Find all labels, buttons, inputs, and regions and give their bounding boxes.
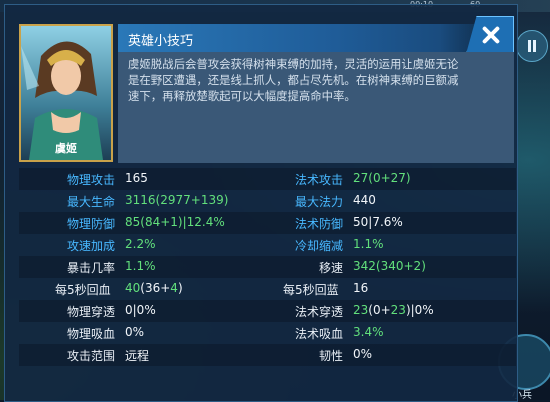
stat-value: 1.1% <box>125 259 156 273</box>
stat-value: 3.4% <box>353 325 384 339</box>
stat-label: 最大法力 <box>295 195 344 209</box>
stat-value: 3116(2977+139) <box>125 193 229 207</box>
stat-row: 物理防御 85(84+1)|12.4% 法术防御 50|7.6% <box>19 212 516 234</box>
hero-portrait: 虞姬 <box>19 24 113 162</box>
stat-label: 攻击范围 <box>67 349 116 363</box>
stat-label: 每5秒回蓝 <box>283 283 339 297</box>
stat-value: 1.1% <box>353 237 384 251</box>
stat-label: 法术防御 <box>295 217 344 231</box>
stat-label: 物理吸血 <box>67 327 116 341</box>
stat-row: 暴击几率 1.1% 移速 342(340+2) <box>19 256 516 278</box>
stat-label: 法术攻击 <box>295 173 344 187</box>
stat-value: 0|0% <box>125 303 156 317</box>
stat-value: 27(0+27) <box>353 171 411 185</box>
tips-text: 虞姬脱战后会普攻会获得树神束缚的加持，灵活的运用让虞姬无论是在野区遭遇，还是线上… <box>128 57 459 103</box>
pause-button[interactable] <box>516 30 548 62</box>
stat-label: 攻速加成 <box>67 239 116 253</box>
stat-label: 暴击几率 <box>67 261 116 275</box>
stat-row: 每5秒回血 40(36+4) 每5秒回蓝 16 <box>19 278 516 300</box>
stat-label: 法术吸血 <box>295 327 344 341</box>
stat-value: 165 <box>125 171 148 185</box>
stat-value: 85(84+1)|12.4% <box>125 215 225 229</box>
stat-label: 移速 <box>319 261 344 275</box>
stat-value: 342(340+2) <box>353 259 426 273</box>
stat-value: 16 <box>353 281 369 295</box>
stat-label: 物理穿透 <box>67 305 116 319</box>
stat-value: 440 <box>353 193 376 207</box>
hero-name: 虞姬 <box>55 142 77 155</box>
stat-label: 冷却缩减 <box>295 239 344 253</box>
stat-row: 物理穿透 0|0% 法术穿透 23(0+23)|0% <box>19 300 516 322</box>
stat-row: 攻击范围 远程 韧性 0% <box>19 344 516 366</box>
stat-label: 物理攻击 <box>67 173 116 187</box>
stat-value: 远程 <box>125 349 150 363</box>
tips-title: 英雄小技巧 <box>128 34 194 49</box>
stat-row: 攻速加成 2.2% 冷却缩减 1.1% <box>19 234 516 256</box>
stat-value: 0% <box>125 325 145 339</box>
stat-label: 法术穿透 <box>295 305 344 319</box>
stat-row: 物理吸血 0% 法术吸血 3.4% <box>19 322 516 344</box>
stat-row: 最大生命 3116(2977+139) 最大法力 440 <box>19 190 516 212</box>
stat-value: 23(0+23)|0% <box>353 303 434 317</box>
stat-label: 最大生命 <box>67 195 116 209</box>
stat-value: 2.2% <box>125 237 156 251</box>
stat-label: 每5秒回血 <box>55 283 111 297</box>
stat-label: 物理防御 <box>67 217 116 231</box>
stat-value: 50|7.6% <box>353 215 403 229</box>
stat-value: 40(36+4) <box>125 281 183 295</box>
stat-row: 物理攻击 165 法术攻击 27(0+27) <box>19 168 516 190</box>
stat-value: 0% <box>353 347 373 361</box>
stat-label: 韧性 <box>319 349 344 363</box>
